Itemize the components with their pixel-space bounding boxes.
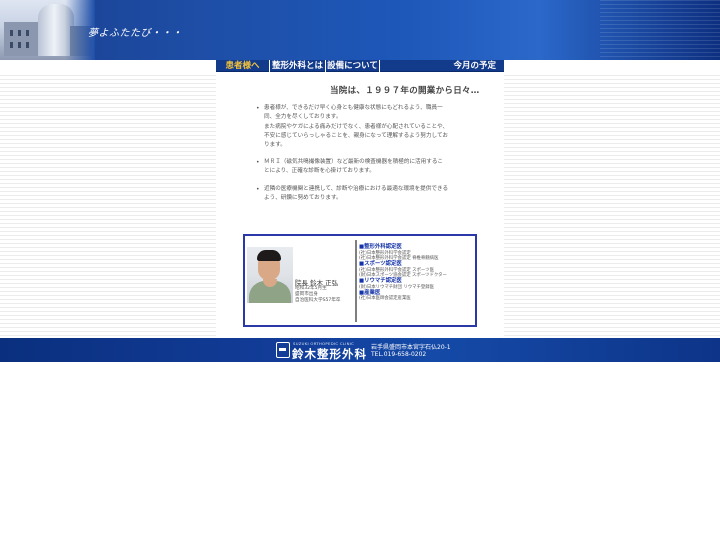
page-headline: 当院は、１９９７年の開業から日々… <box>330 86 480 96</box>
nav-item-patients[interactable]: 患者様へ <box>216 60 270 72</box>
header-slogan: 夢よふたたび・・・ <box>88 28 183 39</box>
career-line: 自治医科大学S57年卒 <box>295 298 341 303</box>
intro-paragraph-3: • 近隣の医療機関と連携して、診断や治療における最適な環境を提供できる よう、研… <box>256 186 449 202</box>
clinic-logo-icon <box>276 342 290 358</box>
cert-heading: ■スポーツ認定医 <box>359 261 402 267</box>
clinic-phone: TEL.019-658-0202 <box>371 350 427 358</box>
intro-paragraph-2: • ＭＲＩ（磁気共鳴撮像装置）など最新の検査機器を積極的に活用するこ とにより、… <box>256 159 444 175</box>
bullet-icon: • <box>256 186 260 193</box>
cert-detail: (社)日本医師会認定産業医 <box>359 296 411 302</box>
site-header: 夢よふたたび・・・ <box>0 0 720 60</box>
header-stripes <box>600 0 720 60</box>
main-nav: 患者様へ 整形外科とは 設備について 今月の予定 <box>216 60 504 72</box>
certification-list: ■整形外科認定医 (社)日本整形外科学会認定 (社)日本整形外科学会認定 脊椎脊… <box>359 244 475 302</box>
director-profile-card: 院長 鈴木 正弘 昭和32年5月生 盛岡市出身 自治医科大学S57年卒 ■整形外… <box>243 234 477 327</box>
building-photo <box>0 0 95 60</box>
cert-heading: ■整形外科認定医 <box>359 244 402 250</box>
nav-item-orthopedics[interactable]: 整形外科とは <box>270 60 326 72</box>
director-photo <box>247 247 293 303</box>
bullet-icon: • <box>256 159 260 166</box>
nav-item-schedule[interactable]: 今月の予定 <box>380 60 504 72</box>
nav-item-equipment[interactable]: 設備について <box>326 60 380 72</box>
clinic-name: 鈴木整形外科 <box>292 347 367 361</box>
bullet-icon: • <box>256 105 260 112</box>
intro-paragraph-1: • 患者様が、できるだけ早く心身とも健康な状態にもどれるよう、職員一 同、全力を… <box>256 105 449 149</box>
main-content: 当院は、１９９７年の開業から日々… • 患者様が、できるだけ早く心身とも健康な状… <box>216 72 504 338</box>
site-footer: SUZUKI ORTHOPEDIC CLINIC 鈴木整形外科 岩手県盛岡市本宮… <box>0 338 720 362</box>
profile-divider <box>355 240 357 322</box>
cert-heading: ■リウマチ認定医 <box>359 278 402 284</box>
